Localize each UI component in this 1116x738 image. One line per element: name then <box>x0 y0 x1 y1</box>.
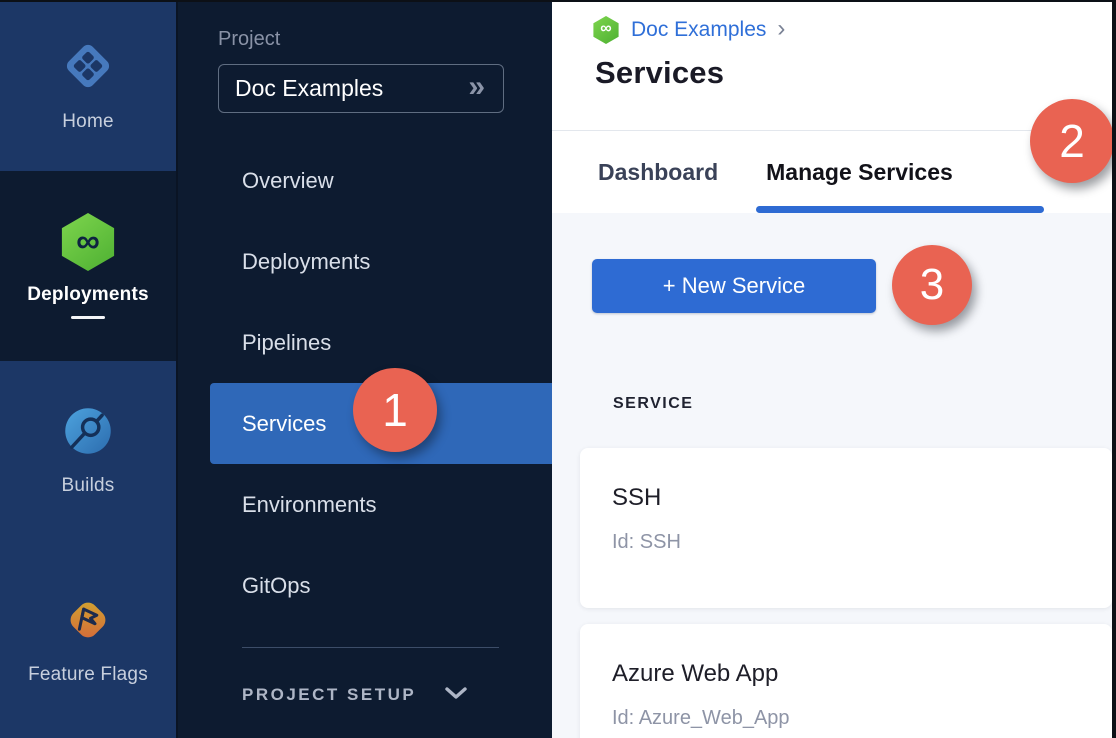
service-id: Id: Azure_Web_App <box>612 707 1112 730</box>
service-name: SSH <box>612 484 1112 512</box>
annotation-badge-1: 1 <box>353 368 437 452</box>
rail-item-label: Feature Flags <box>28 664 148 686</box>
project-setup-toggle[interactable]: PROJECT SETUP <box>242 685 552 705</box>
project-setup-label: PROJECT SETUP <box>242 685 416 705</box>
new-service-button[interactable]: + New Service <box>592 259 876 313</box>
rail-item-builds[interactable]: Builds <box>0 361 176 541</box>
active-module-underline <box>71 316 105 319</box>
sidebar-item-pipelines[interactable]: Pipelines <box>178 302 552 383</box>
sidebar-item-environments[interactable]: Environments <box>178 464 552 545</box>
services-panel: + New Service SERVICE SSH Id: SSH Azure … <box>552 213 1116 738</box>
page-title: Services <box>595 55 1116 91</box>
module-rail: Home ∞ Deployments <box>0 0 176 738</box>
tab-dashboard[interactable]: Dashboard <box>598 159 718 186</box>
annotation-badge-2: 2 <box>1030 99 1114 183</box>
rail-item-label: Home <box>62 111 113 133</box>
screenshot-frame-top <box>0 0 1116 2</box>
project-selector[interactable]: Doc Examples » <box>218 64 504 113</box>
active-tab-underline <box>756 206 1044 213</box>
feature-flags-icon <box>62 594 114 651</box>
rail-item-deployments[interactable]: ∞ Deployments <box>0 171 176 361</box>
home-grid-icon <box>61 39 115 98</box>
service-card-ssh[interactable]: SSH Id: SSH <box>580 448 1112 608</box>
main-content: ∞ Doc Examples › Services Dashboard Mana… <box>552 0 1116 738</box>
page-header: ∞ Doc Examples › Services <box>552 0 1116 131</box>
project-section-label: Project <box>218 28 552 51</box>
chevron-down-icon <box>444 686 468 705</box>
project-hexagon-icon: ∞ <box>592 16 620 44</box>
project-sidebar: Project Doc Examples » Overview Deployme… <box>176 0 552 738</box>
builds-icon <box>62 405 114 462</box>
double-chevron-right-icon: » <box>468 72 485 102</box>
service-id: Id: SSH <box>612 531 1112 554</box>
annotation-badge-3: 3 <box>892 245 972 325</box>
deployments-hexagon-icon: ∞ <box>59 213 117 271</box>
app-window: Home ∞ Deployments <box>0 0 1116 738</box>
rail-item-label: Builds <box>62 475 115 497</box>
project-selector-value: Doc Examples <box>235 75 383 102</box>
breadcrumb-separator-icon: › <box>777 17 785 41</box>
sidebar-item-gitops[interactable]: GitOps <box>178 545 552 626</box>
tab-manage-services[interactable]: Manage Services <box>766 159 953 186</box>
service-name: Azure Web App <box>612 660 1112 688</box>
service-list-header: SERVICE <box>613 395 693 413</box>
rail-item-feature-flags[interactable]: Feature Flags <box>0 541 176 738</box>
breadcrumb: ∞ Doc Examples › <box>592 16 1116 44</box>
service-card-azure-web-app[interactable]: Azure Web App Id: Azure_Web_App <box>580 624 1112 738</box>
sidebar-item-deployments[interactable]: Deployments <box>178 221 552 302</box>
screenshot-frame-right <box>1112 0 1116 738</box>
rail-item-home[interactable]: Home <box>0 0 176 171</box>
rail-item-label: Deployments <box>27 284 149 306</box>
sidebar-divider <box>242 647 499 648</box>
breadcrumb-project-link[interactable]: Doc Examples <box>631 18 766 42</box>
sidebar-item-overview[interactable]: Overview <box>178 140 552 221</box>
